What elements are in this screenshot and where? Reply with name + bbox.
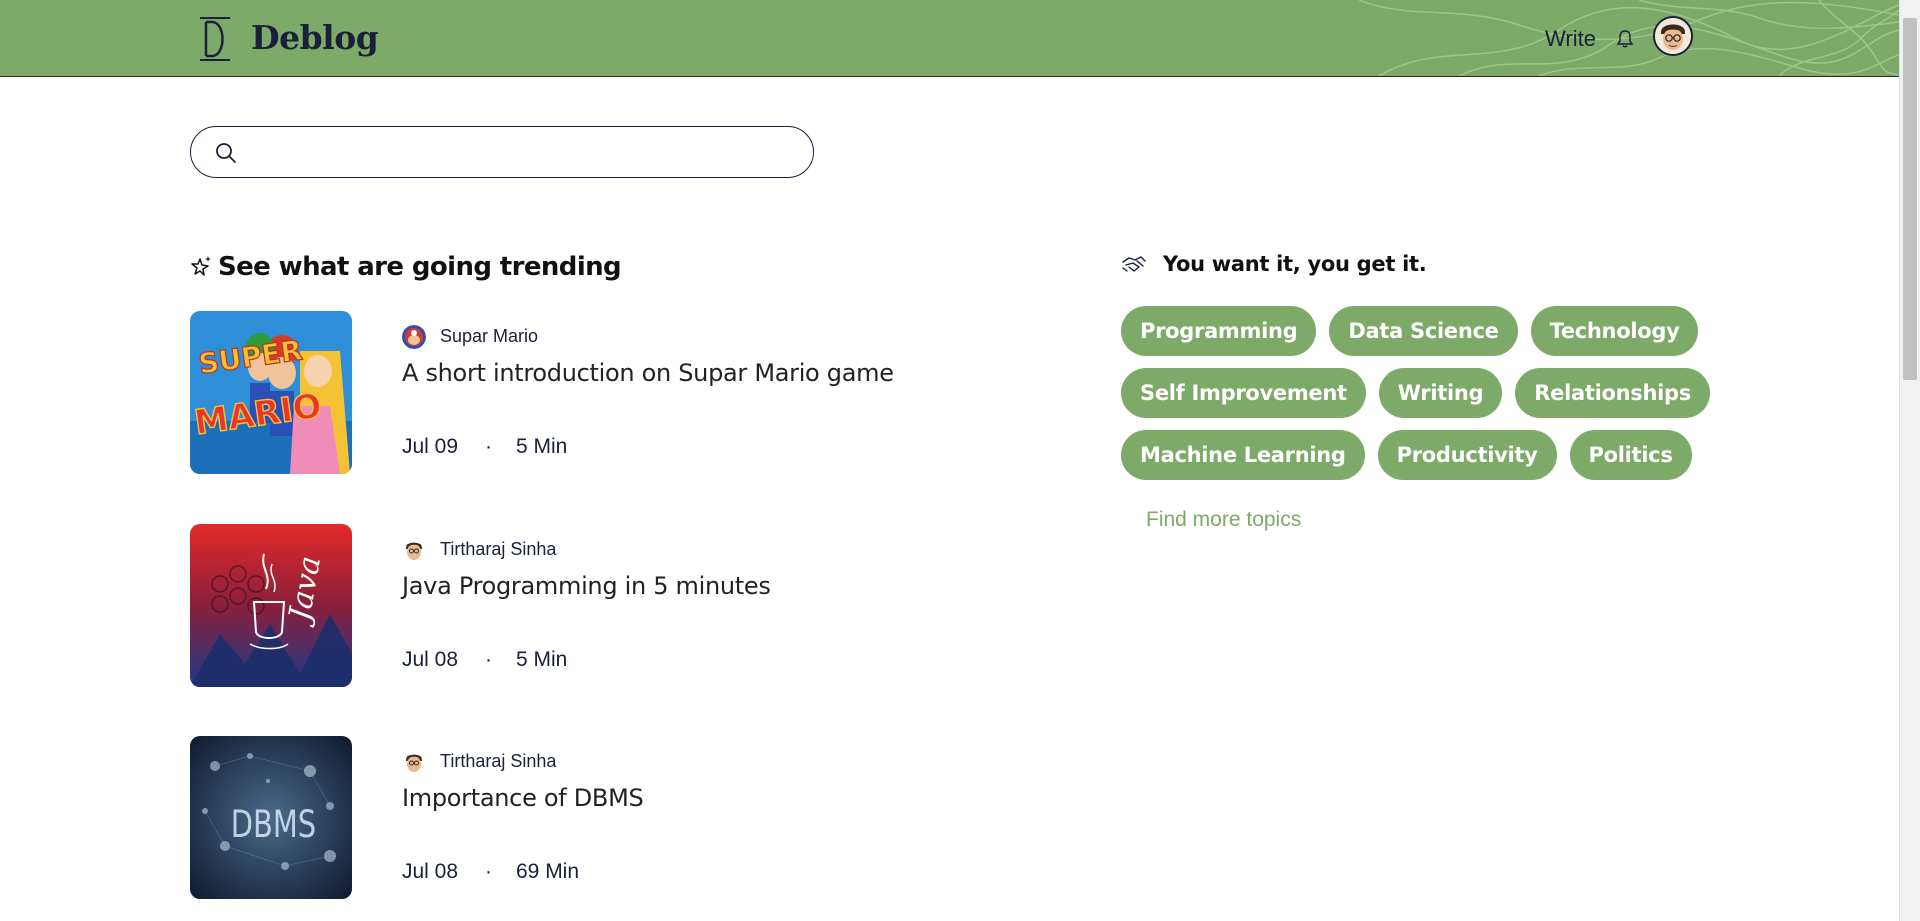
post-date: Jul 08 bbox=[402, 860, 459, 883]
search-input[interactable] bbox=[251, 135, 795, 171]
topic-chip-technology[interactable]: Technology bbox=[1530, 306, 1699, 356]
topic-chip-relationships[interactable]: Relationships bbox=[1515, 368, 1710, 418]
post-card[interactable]: SUPER MARIO Supar Mario A short introduc… bbox=[190, 311, 990, 474]
author-name[interactable]: Tirtharaj Sinha bbox=[440, 539, 556, 560]
post-title[interactable]: Java Programming in 5 minutes bbox=[402, 572, 771, 600]
user-avatar[interactable] bbox=[1653, 16, 1693, 56]
post-card[interactable]: DBMS Tirtharaj Sinha Importance of DBMS … bbox=[190, 736, 990, 899]
topic-row: Programming Data Science Technology bbox=[1121, 306, 1699, 356]
meta-separator: · bbox=[485, 860, 492, 883]
post-date: Jul 09 bbox=[402, 435, 459, 458]
author-name[interactable]: Tirtharaj Sinha bbox=[440, 751, 556, 772]
post-title[interactable]: A short introduction on Supar Mario game bbox=[402, 359, 894, 387]
read-time: 5 Min bbox=[516, 648, 568, 671]
post-title[interactable]: Importance of DBMS bbox=[402, 784, 644, 812]
post-date: Jul 08 bbox=[402, 648, 459, 671]
search-bar[interactable] bbox=[190, 126, 814, 178]
search-icon bbox=[216, 143, 236, 163]
logo-icon[interactable] bbox=[198, 16, 232, 62]
read-time: 5 Min bbox=[516, 435, 568, 458]
read-time: 69 Min bbox=[516, 860, 580, 883]
topics-list: Programming Data Science Technology Self… bbox=[1121, 306, 1710, 492]
topic-chip-writing[interactable]: Writing bbox=[1378, 368, 1503, 418]
author-avatar[interactable] bbox=[402, 325, 426, 349]
topic-row: Self Improvement Writing Relationships bbox=[1121, 368, 1710, 418]
trending-title: See what are going trending bbox=[218, 252, 622, 282]
post-card[interactable]: Java Tirtharaj Sinha Java Programming in… bbox=[190, 524, 990, 687]
write-link[interactable]: Write bbox=[1545, 26, 1596, 52]
topic-row: Machine Learning Productivity Politics bbox=[1121, 430, 1692, 480]
page-scrollbar[interactable] bbox=[1899, 0, 1920, 921]
post-thumbnail[interactable]: SUPER MARIO bbox=[190, 311, 352, 474]
handshake-icon bbox=[1122, 256, 1146, 272]
scrollbar-thumb[interactable] bbox=[1903, 18, 1917, 380]
meta-separator: · bbox=[485, 648, 492, 671]
logo-text[interactable]: Deblog bbox=[251, 18, 379, 57]
topics-heading: You want it, you get it. bbox=[1163, 252, 1427, 276]
topic-chip-politics[interactable]: Politics bbox=[1569, 430, 1692, 480]
topic-chip-data-science[interactable]: Data Science bbox=[1329, 306, 1518, 356]
post-thumbnail[interactable]: DBMS bbox=[190, 736, 352, 899]
top-navbar: Deblog Write bbox=[0, 0, 1899, 77]
thumb-dbms-text: DBMS bbox=[231, 803, 316, 847]
author-avatar[interactable] bbox=[402, 750, 426, 774]
topic-chip-machine-learning[interactable]: Machine Learning bbox=[1121, 430, 1365, 480]
find-more-topics-link[interactable]: Find more topics bbox=[1146, 508, 1301, 532]
sparkle-star-icon bbox=[191, 256, 211, 276]
post-thumbnail[interactable]: Java bbox=[190, 524, 352, 687]
author-name[interactable]: Supar Mario bbox=[440, 326, 538, 347]
author-avatar[interactable] bbox=[402, 538, 426, 562]
topic-chip-programming[interactable]: Programming bbox=[1121, 306, 1317, 356]
topic-chip-productivity[interactable]: Productivity bbox=[1377, 430, 1557, 480]
topic-chip-self-improvement[interactable]: Self Improvement bbox=[1121, 368, 1366, 418]
meta-separator: · bbox=[485, 435, 492, 458]
trending-heading: See what are going trending bbox=[190, 252, 622, 282]
bell-icon[interactable] bbox=[1615, 29, 1635, 49]
